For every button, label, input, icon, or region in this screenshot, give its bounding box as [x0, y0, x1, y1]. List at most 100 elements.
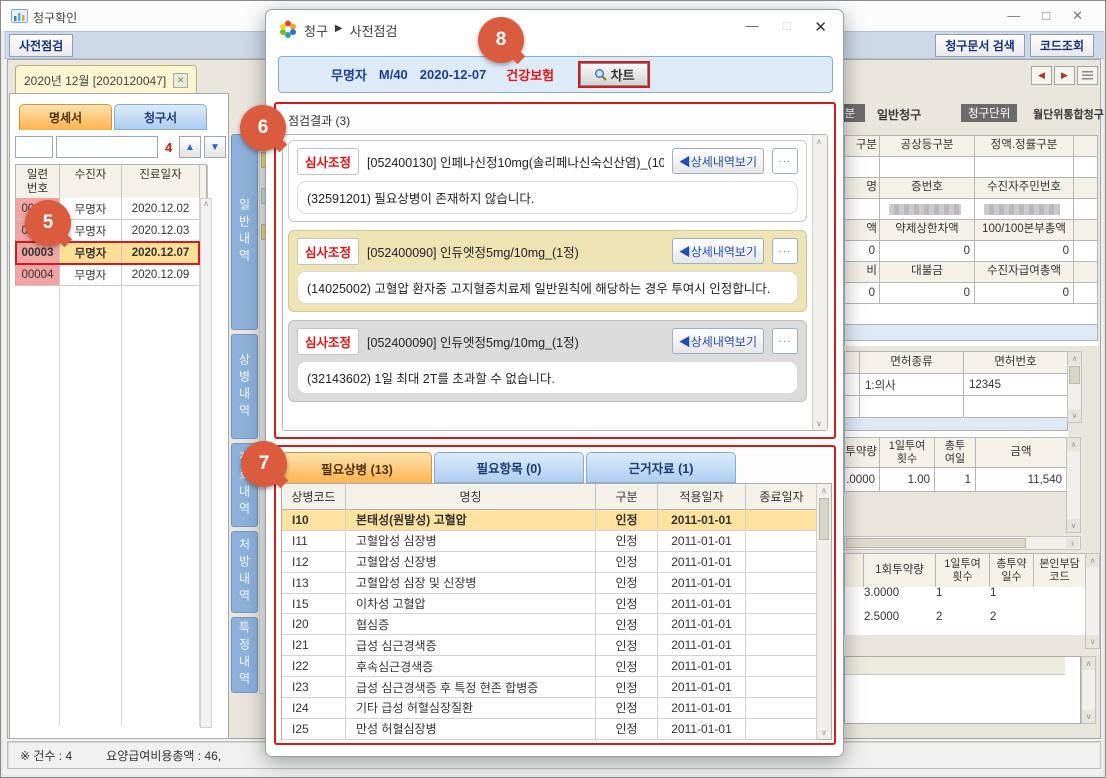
more-button[interactable]: ··· — [772, 238, 798, 264]
chart-button[interactable]: 차트 — [578, 61, 650, 88]
dialog-minimize-icon[interactable]: — — [746, 18, 759, 36]
scroll-up-icon[interactable]: ∧ — [821, 486, 827, 495]
scroll-down-icon[interactable]: ∨ — [1086, 635, 1099, 648]
claim-doc-search-button[interactable]: 청구문서 검색 — [935, 34, 1025, 57]
dose-summary-scrollbar[interactable]: ∧ ∨ — [1066, 437, 1081, 533]
claim-info-table: 구분 공상등구분 정액.정률구분 명 증번호 수진자주민번호 액 약제상한차액 … — [844, 135, 1098, 346]
maximize-icon[interactable]: □ — [1042, 8, 1050, 24]
scroll-up-icon[interactable]: ∧ — [1082, 657, 1095, 670]
insurance-type: 건강보험 — [506, 65, 554, 84]
disease-row[interactable]: I11 고혈압성 심장병 인정 2011-01-01 — [282, 531, 831, 552]
patient-name: 무명자 — [331, 65, 367, 84]
callout-circle: 8 — [478, 17, 524, 63]
view-detail-button[interactable]: ◀상세내역보기 — [672, 328, 764, 354]
more-button[interactable]: ··· — [772, 148, 798, 174]
scroll-down-icon[interactable]: ∨ — [1067, 519, 1080, 532]
callout-circle: 7 — [241, 441, 287, 487]
search-icon — [594, 68, 607, 81]
more-button[interactable]: ··· — [772, 328, 798, 354]
results-scrollbar[interactable]: ∧ ∨ — [812, 135, 827, 430]
check-results-title: 점검결과 (3) — [288, 112, 350, 129]
dialog-maximize-icon: □ — [783, 18, 791, 36]
adjustment-badge: 심사조정 — [297, 238, 359, 265]
result-count: 4 — [165, 140, 172, 155]
drug-code-name: [052400090] 인듀엣정5mg/10mg_(1정) — [367, 332, 664, 351]
window-title: 청구확인 — [33, 9, 77, 26]
patient-row[interactable]: 00004 무명자 2020.12.09 — [16, 264, 199, 286]
section-tab[interactable]: 처방내역 — [231, 531, 258, 613]
tab-close-icon[interactable]: ✕ — [173, 73, 188, 88]
tab-claim[interactable]: 청구서 — [114, 104, 207, 130]
disease-scrollbar[interactable]: ∧ ∨ — [816, 484, 831, 739]
move-up-icon[interactable]: ▲ — [179, 136, 201, 158]
disease-row[interactable]: I20 협심증 인정 2011-01-01 — [282, 614, 831, 635]
check-message: (32143602) 1일 최대 2T를 초과할 수 없습니다. — [297, 361, 798, 394]
page-list-icon[interactable] — [1077, 66, 1098, 85]
document-tab-label: 2020년 12월 [2020120047] — [24, 72, 166, 89]
view-detail-button[interactable]: ◀상세내역보기 — [672, 148, 764, 174]
scroll-up-icon[interactable]: ∧ — [816, 137, 822, 146]
license-scrollbar[interactable]: ∧ ∨ — [1067, 351, 1082, 423]
memo-panel — [844, 656, 1081, 724]
move-down-icon[interactable]: ▼ — [204, 136, 226, 158]
search-input[interactable] — [56, 136, 158, 158]
claim-type-value: 일반청구 — [877, 106, 921, 123]
memo-scrollbar[interactable]: ∧ ∨ — [1081, 656, 1096, 724]
search-input-small[interactable] — [15, 136, 53, 158]
page-next-icon[interactable]: ▶ — [1054, 66, 1075, 85]
section-tab[interactable]: 특정내역 — [231, 617, 258, 693]
precheck-button[interactable]: 사전점검 — [9, 34, 73, 57]
scroll-down-icon[interactable]: ∨ — [1068, 409, 1081, 422]
claim-unit-badge: 청구단위 — [961, 104, 1017, 122]
scroll-up-icon[interactable]: ∧ — [203, 199, 209, 208]
disease-row[interactable]: I13 고혈압성 심장 및 신장병 인정 2011-01-01 — [282, 573, 831, 594]
patient-visit-date: 2020-12-07 — [420, 67, 487, 82]
scroll-down-icon[interactable]: ∨ — [816, 419, 822, 428]
check-result-item: 심사조정 [052400090] 인듀엣정5mg/10mg_(1정) ◀상세내역… — [288, 230, 807, 312]
patient-info-bar: 무명자 M/40 2020-12-07 건강보험 차트 — [278, 56, 833, 93]
scroll-up-icon[interactable]: ∧ — [1086, 554, 1099, 567]
close-icon[interactable]: ✕ — [1072, 8, 1083, 24]
scroll-down-icon[interactable]: ∨ — [821, 728, 827, 737]
horizontal-scrollbar[interactable]: › — [844, 536, 1081, 550]
scroll-up-icon[interactable]: ∧ — [1068, 352, 1081, 365]
scroll-down-icon[interactable]: ∨ — [1082, 710, 1095, 723]
drug-code-name: [052400130] 인페나신정10mg(솔리페나신숙신산염)_(10m — [367, 152, 664, 171]
dose-detail-scrollbar[interactable]: ∧ ∨ — [1085, 553, 1100, 649]
tab-statement[interactable]: 명세서 — [19, 104, 112, 130]
col-visit-date: 진료일자 — [122, 165, 200, 200]
scroll-up-icon[interactable]: ∧ — [1067, 438, 1080, 451]
view-detail-button[interactable]: ◀상세내역보기 — [672, 238, 764, 264]
disease-row[interactable]: I12 고혈압성 신장병 인정 2011-01-01 — [282, 552, 831, 573]
dose-detail-table: 1회투약량 1일투여 횟수 총투약 일수 본인부담 코드 — [844, 553, 1086, 588]
disease-row[interactable]: I23 급성 심근경색증 후 특정 현존 합병증 인정 2011-01-01 — [282, 677, 831, 698]
page-prev-icon[interactable]: ◀ — [1031, 66, 1052, 85]
dose-summary-table: 투약량 1일투여 횟수 총투 여일 금액 .0000 1.00 1 11,540 — [844, 437, 1067, 492]
tab-evidence[interactable]: 근거자료 (1) — [586, 452, 736, 483]
drug-code-name: [052400090] 인듀엣정5mg/10mg_(1정) — [367, 242, 664, 261]
section-tab[interactable]: 상병내역 — [231, 334, 258, 439]
statement-panel: 명세서 청구서 4 ▲ ▼ 일련 번호 수진자 진료일자 00001 무명자 2… — [9, 93, 229, 739]
minimize-icon[interactable]: — — [1007, 8, 1020, 24]
check-results-list: ∧ ∨ 심사조정 [052400130] 인페나신정10mg(솔리페나신숙신산염… — [282, 134, 828, 431]
tab-required-disease[interactable]: 필요상병 (13) — [282, 452, 432, 483]
precheck-dialog: 청구 ▶ 사전점검 — □ ✕ 무명자 M/40 2020-12-07 건강보험… — [265, 9, 844, 757]
patient-list-scrollbar[interactable]: ∧ — [200, 198, 212, 728]
section-tab[interactable]: 일반내역 — [231, 134, 258, 330]
disease-row[interactable]: I15 이차성 고혈압 인정 2011-01-01 — [282, 594, 831, 615]
disease-row[interactable]: I21 급성 심근경색증 인정 2011-01-01 — [282, 635, 831, 656]
document-tab[interactable]: 2020년 12월 [2020120047] ✕ — [15, 65, 197, 94]
disease-table-body: I10 본태성(원발성) 고혈압 인정 2011-01-01 I11 고혈압성 … — [282, 510, 831, 740]
code-lookup-button[interactable]: 코드조회 — [1030, 34, 1094, 57]
disease-row[interactable]: I25 만성 허혈심장병 인정 2011-01-01 — [282, 719, 831, 740]
license-table: 면허종류 면허번호 1:의사 12345 — [844, 351, 1068, 440]
breadcrumb-arrow-icon: ▶ — [335, 21, 343, 40]
disease-row[interactable]: I24 기타 급성 허혈심장질환 인정 2011-01-01 — [282, 698, 831, 719]
tab-required-item[interactable]: 필요항목 (0) — [434, 452, 584, 483]
dialog-close-icon[interactable]: ✕ — [814, 18, 827, 36]
disease-row[interactable]: I22 후속심근경색증 인정 2011-01-01 — [282, 656, 831, 677]
adjustment-badge: 심사조정 — [297, 328, 359, 355]
check-results-section: 점검결과 (3) ∧ ∨ 심사조정 [052400130] 인페나신정10mg(… — [274, 102, 836, 439]
disease-row[interactable]: I10 본태성(원발성) 고혈압 인정 2011-01-01 — [282, 510, 831, 531]
scroll-right-icon[interactable]: › — [1066, 538, 1079, 548]
